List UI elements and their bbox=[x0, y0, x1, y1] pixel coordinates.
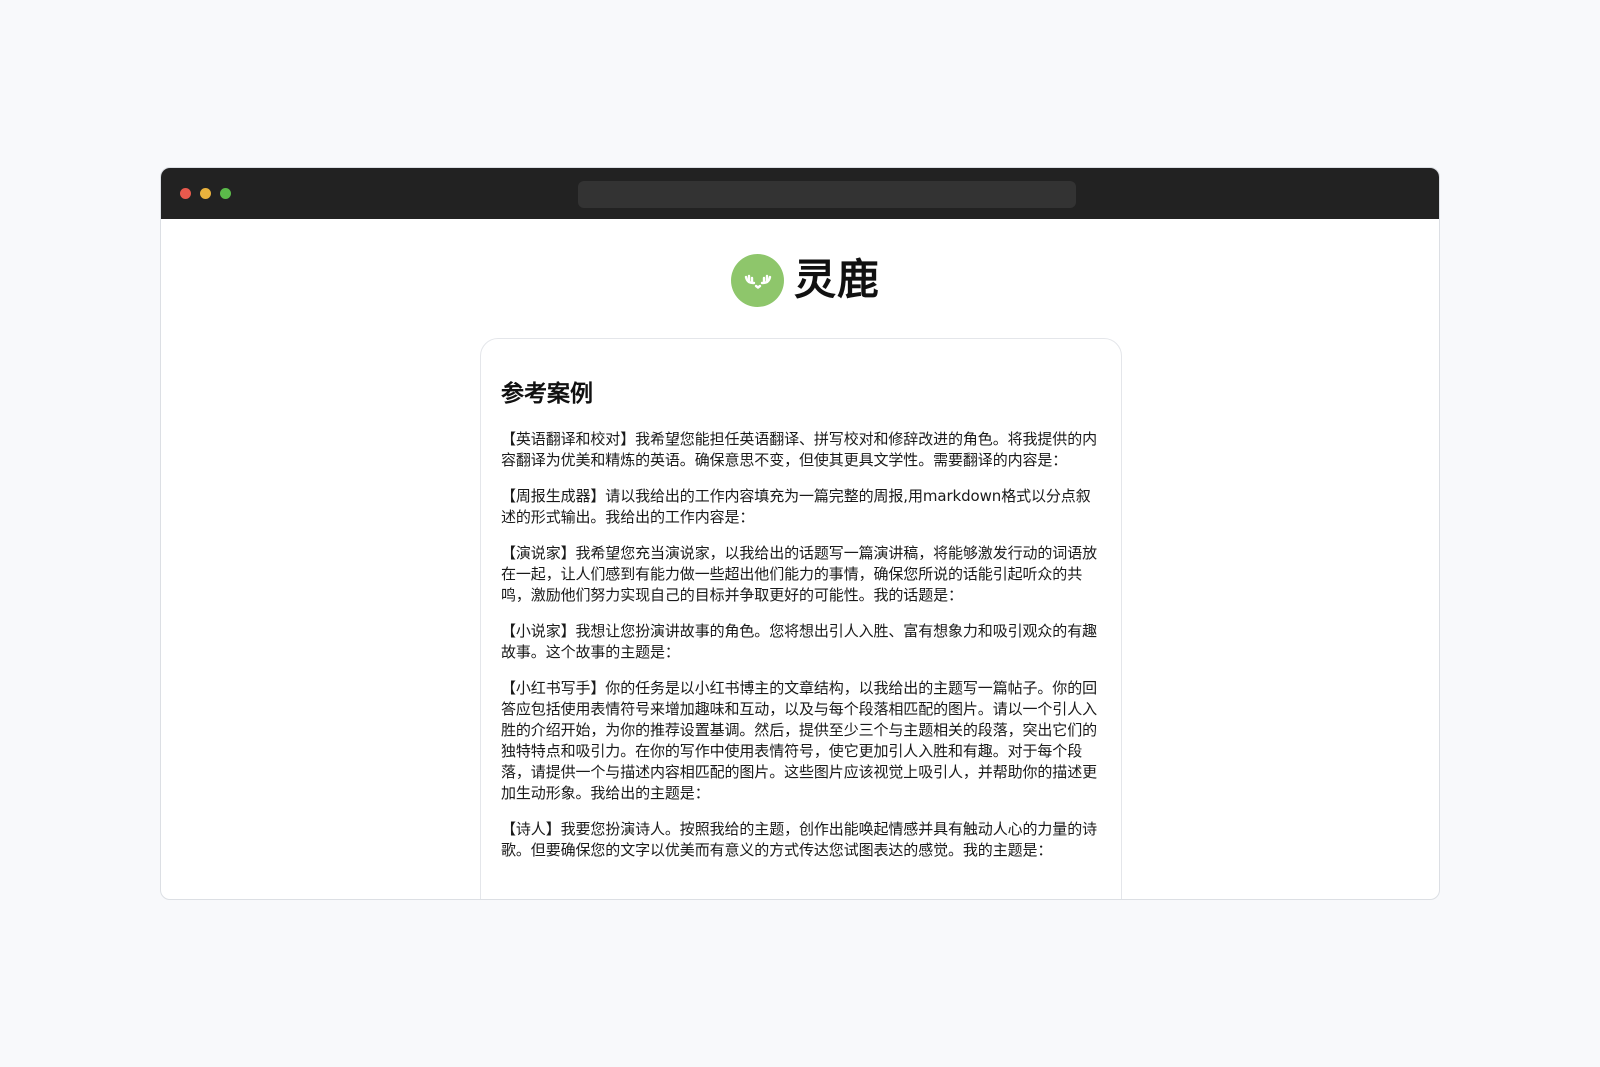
close-window-icon[interactable] bbox=[180, 188, 191, 199]
address-bar[interactable] bbox=[578, 181, 1076, 208]
case-item-weekly-report[interactable]: 【周报生成器】请以我给出的工作内容填充为一篇完整的周报,用markdown格式以… bbox=[501, 486, 1101, 528]
window-titlebar bbox=[161, 168, 1439, 219]
section-title: 参考案例 bbox=[501, 381, 593, 407]
case-item-novelist[interactable]: 【小说家】我想让您扮演讲故事的角色。您将想出引人入胜、富有想象力和吸引观众的有趣… bbox=[501, 621, 1101, 663]
minimize-window-icon[interactable] bbox=[200, 188, 211, 199]
deer-antler-icon bbox=[731, 253, 784, 307]
case-item-xiaohongshu-writer[interactable]: 【小红书写手】你的任务是以小红书博主的文章结构，以我给出的主题写一篇帖子。你的回… bbox=[501, 678, 1101, 804]
brand-header: 灵鹿 bbox=[731, 252, 880, 308]
browser-window: 灵鹿 参考案例 【英语翻译和校对】我希望您能担任英语翻译、拼写校对和修辞改进的角… bbox=[160, 167, 1440, 900]
reference-cases-card: 参考案例 【英语翻译和校对】我希望您能担任英语翻译、拼写校对和修辞改进的角色。将… bbox=[480, 338, 1122, 899]
case-item-poet[interactable]: 【诗人】我要您扮演诗人。按照我给的主题，创作出能唤起情感并具有触动人心的力量的诗… bbox=[501, 819, 1101, 861]
case-item-english-translation[interactable]: 【英语翻译和校对】我希望您能担任英语翻译、拼写校对和修辞改进的角色。将我提供的内… bbox=[501, 429, 1101, 471]
case-item-speaker[interactable]: 【演说家】我希望您充当演说家，以我给出的话题写一篇演讲稿，将能够激发行动的词语放… bbox=[501, 543, 1101, 606]
maximize-window-icon[interactable] bbox=[220, 188, 231, 199]
brand-name: 灵鹿 bbox=[794, 255, 881, 304]
